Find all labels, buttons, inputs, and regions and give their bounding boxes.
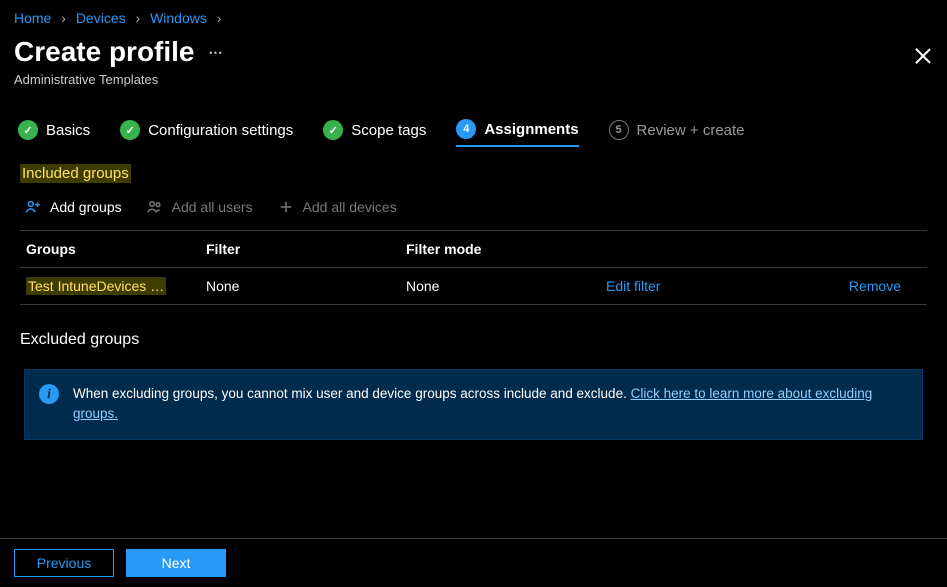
add-groups-button[interactable]: Add groups <box>24 198 122 216</box>
add-all-devices-label: Add all devices <box>303 199 397 215</box>
more-menu-icon[interactable]: ⋯ <box>209 44 225 61</box>
add-all-users-label: Add all users <box>172 199 253 215</box>
included-groups-heading: Included groups <box>0 155 947 188</box>
plus-icon <box>277 198 295 216</box>
col-filter: Filter <box>206 241 406 257</box>
step-basics[interactable]: ✓ Basics <box>18 119 90 147</box>
header: Create profile ⋯ Administrative Template… <box>0 32 947 91</box>
chevron-right-icon: › <box>136 10 141 26</box>
step-number-icon: 5 <box>609 120 629 140</box>
previous-button[interactable]: Previous <box>14 549 114 577</box>
edit-filter-link[interactable]: Edit filter <box>606 278 660 294</box>
add-user-icon <box>24 198 42 216</box>
col-filter-mode: Filter mode <box>406 241 606 257</box>
next-button[interactable]: Next <box>126 549 226 577</box>
step-label: Review + create <box>637 122 745 139</box>
breadcrumb-windows[interactable]: Windows <box>150 10 207 26</box>
add-all-users-button[interactable]: Add all users <box>146 198 253 216</box>
included-toolbar: Add groups Add all users Add all devices <box>0 188 947 230</box>
step-number-icon: 4 <box>456 119 476 139</box>
chevron-right-icon: › <box>217 10 222 26</box>
breadcrumb: Home › Devices › Windows › <box>0 0 947 32</box>
table-header-row: Groups Filter Filter mode <box>20 230 927 268</box>
footer: Previous Next <box>0 538 947 587</box>
table-row: Test IntuneDevices … None None Edit filt… <box>20 268 927 305</box>
filter-value: None <box>206 278 406 294</box>
excluded-groups-heading: Excluded groups <box>0 305 947 359</box>
add-all-devices-button[interactable]: Add all devices <box>277 198 397 216</box>
col-groups: Groups <box>26 241 206 257</box>
step-label: Configuration settings <box>148 122 293 139</box>
filter-mode-value: None <box>406 278 606 294</box>
step-label: Basics <box>46 122 90 139</box>
step-review-create[interactable]: 5 Review + create <box>609 119 745 147</box>
check-icon: ✓ <box>18 120 38 140</box>
info-text: When excluding groups, you cannot mix us… <box>73 386 631 401</box>
group-name[interactable]: Test IntuneDevices … <box>26 277 166 295</box>
remove-link[interactable]: Remove <box>849 278 901 294</box>
page-title: Create profile <box>14 36 195 68</box>
info-banner: i When excluding groups, you cannot mix … <box>24 369 923 440</box>
close-icon[interactable] <box>913 46 933 66</box>
step-scope-tags[interactable]: ✓ Scope tags <box>323 119 426 147</box>
breadcrumb-devices[interactable]: Devices <box>76 10 126 26</box>
step-label: Assignments <box>484 121 578 138</box>
included-groups-table: Groups Filter Filter mode Test IntuneDev… <box>20 230 927 305</box>
users-icon <box>146 198 164 216</box>
step-label: Scope tags <box>351 122 426 139</box>
step-configuration-settings[interactable]: ✓ Configuration settings <box>120 119 293 147</box>
info-icon: i <box>39 384 59 404</box>
wizard-steps: ✓ Basics ✓ Configuration settings ✓ Scop… <box>0 91 947 155</box>
page-subtitle: Administrative Templates <box>14 72 933 87</box>
breadcrumb-home[interactable]: Home <box>14 10 51 26</box>
chevron-right-icon: › <box>61 10 66 26</box>
add-groups-label: Add groups <box>50 199 122 215</box>
check-icon: ✓ <box>120 120 140 140</box>
step-assignments[interactable]: 4 Assignments <box>456 119 578 147</box>
check-icon: ✓ <box>323 120 343 140</box>
